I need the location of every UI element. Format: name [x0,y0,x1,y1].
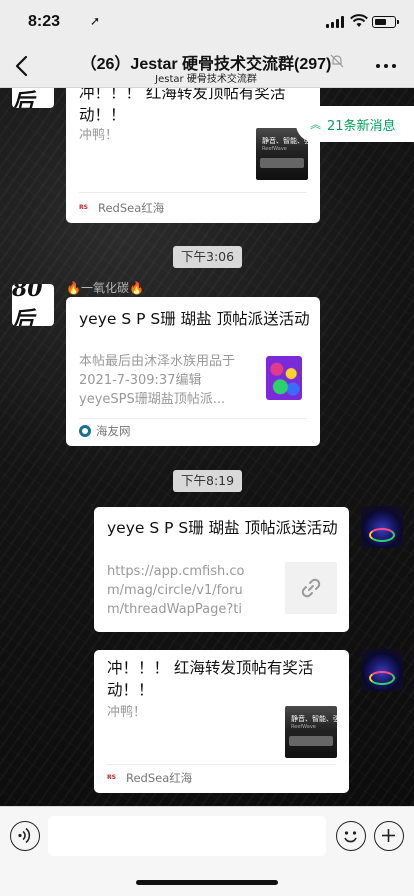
muted-bell-icon [330,54,344,68]
cellular-signal-icon [326,16,344,28]
redsea-logo-icon: RS [79,204,88,211]
voice-icon [18,827,31,844]
dot-icon [392,64,396,68]
dot-icon [376,64,380,68]
link-card[interactable]: yeye S P S珊 瑚盐 顶帖派送活动 本帖最后由沐泽水族用品于2021-7… [66,297,320,446]
avatar-image [369,528,395,542]
thumb-subtext: ReefWave [291,724,316,730]
emoji-button[interactable] [336,821,366,851]
status-bar: 8:23 ➚ [0,0,414,44]
thumb-subtext: ReefWave [262,146,287,152]
card-title: 冲！！！ 红海转发顶帖有奖活动！！ [107,659,314,699]
haiyou-logo-icon [79,425,91,437]
timestamp: 下午3:06 [173,246,243,268]
card-source: RS RedSea红海 [79,200,164,216]
new-messages-button[interactable]: ︽ 21条新消息 [296,106,414,142]
sender-name: 🔥一氧化碳🔥 [66,281,144,295]
card-source: RS RedSea红海 [107,770,192,786]
card-desc: 本帖最后由沐泽水族用品于2021-7-309:37编辑 yeyeSPS珊瑚盐顶帖… [79,354,236,407]
new-messages-label: 21条新消息 [327,118,396,134]
timestamp: 下午8:19 [173,470,243,492]
more-functions-button[interactable] [374,821,404,851]
link-card[interactable]: yeye S P S珊 瑚盐 顶帖派送活动 https://app.cmfish… [94,507,349,632]
own-avatar[interactable] [361,506,403,548]
card-source: 海友网 [79,423,131,439]
more-options-button[interactable] [376,64,396,68]
card-thumbnail: 静音、智能、强劲 ReefWave [285,706,337,758]
battery-icon [372,16,399,28]
chat-subtitle: Jestar 硬骨技术交流群 [155,74,257,85]
wifi-icon [350,14,368,27]
device-image [260,158,304,168]
link-card[interactable]: 冲！！！ 红海转发顶帖有奖活动！！ 冲鸭！ 静音、智能、强劲 ReefWave … [66,88,320,223]
card-title: 冲！！！ 红海转发顶帖有奖活动！！ [79,88,286,124]
thumb-text: 静音、智能、强劲 [291,715,337,723]
avatar-text: 80后 [12,89,35,108]
card-desc: 冲鸭！ [107,705,147,720]
card-source-label: RedSea红海 [126,771,193,785]
card-divider [79,192,307,193]
card-divider [79,418,307,419]
chat-area[interactable]: ︽ 21条新消息 80后 冲！！！ 红海转发顶帖有奖活动！！ 冲鸭！ 静音、智能… [0,88,414,806]
avatar-image [369,671,395,685]
avatar-text: 80后 [12,284,43,326]
card-desc: 冲鸭！ [79,128,119,143]
plus-icon [382,829,395,842]
card-desc: https://app.cmfish.com/mag/circle/v1/for… [107,564,245,617]
status-time: 8:23 [28,13,61,30]
card-source-label: 海友网 [96,424,131,438]
avatar[interactable]: 80后 [12,88,54,108]
redsea-logo-icon: RS [107,774,116,781]
card-thumbnail [258,352,310,404]
salt-bucket-image [266,356,302,400]
message-input[interactable] [48,816,326,856]
own-avatar[interactable] [361,649,403,691]
card-title: yeye S P S珊 瑚盐 顶帖派送活动 [107,519,338,537]
card-title: yeye S P S珊 瑚盐 顶帖派送活动 [79,310,310,328]
link-card[interactable]: 冲！！！ 红海转发顶帖有奖活动！！ 冲鸭！ 静音、智能、强劲 ReefWave … [94,650,349,793]
location-arrow-icon: ➚ [90,14,101,28]
card-divider [107,764,336,765]
top-bar: 8:23 ➚ （26）Jestar 硬骨技术交流群(297) Jestar 硬骨… [0,0,414,88]
double-chevron-up-icon: ︽ [310,118,321,131]
card-source-label: RedSea红海 [98,201,165,215]
device-image [289,736,333,746]
card-thumbnail [285,562,337,614]
link-icon [301,578,321,598]
dot-icon [384,64,388,68]
emoji-icon [344,831,357,843]
sender-avatar[interactable]: 80后 [12,284,54,326]
back-chevron-icon[interactable] [12,54,34,78]
voice-input-button[interactable] [10,821,40,851]
home-indicator[interactable] [136,880,278,885]
thumb-text: 静音、智能、强劲 [262,137,308,145]
